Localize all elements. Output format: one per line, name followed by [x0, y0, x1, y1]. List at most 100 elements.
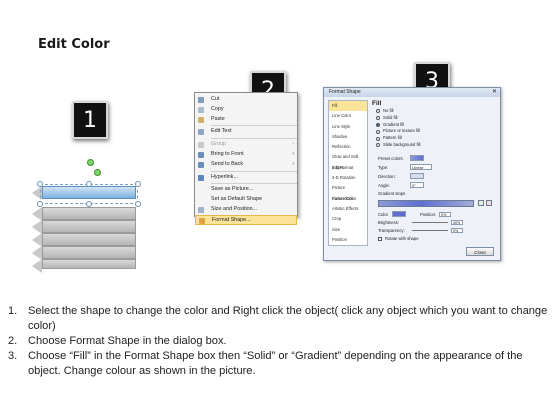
- rotate-with-shape-row[interactable]: Rotate with shape: [378, 236, 419, 241]
- radio-icon[interactable]: [376, 136, 380, 141]
- option-label: Picture or texture fill: [383, 128, 421, 134]
- menu-item-label: Set as Default Shape: [211, 196, 262, 203]
- transparency-label: Transparency:: [378, 228, 405, 233]
- category-item[interactable]: Glow and Soft Edges: [329, 152, 367, 169]
- radio-icon[interactable]: [376, 116, 380, 121]
- category-item[interactable]: Size: [329, 225, 367, 235]
- gradient-stops-bar[interactable]: [378, 200, 474, 207]
- option-label: Slide background fill: [383, 141, 421, 147]
- color-row: Color Position: 0%: [378, 211, 452, 217]
- chevron-right-icon: ›: [292, 141, 294, 148]
- dialog-title: Format Shape: [324, 88, 500, 97]
- resize-handle[interactable]: [86, 181, 92, 187]
- angle-row: Angle: 0°: [378, 182, 424, 188]
- checkbox-icon[interactable]: [378, 236, 382, 241]
- hyperlink-icon: [198, 174, 204, 181]
- menu-item-label: Paste: [211, 115, 225, 122]
- menu-item-label: Bring to Front: [211, 150, 244, 157]
- preset-colors-dropdown[interactable]: [410, 155, 424, 161]
- angle-input[interactable]: 0°: [410, 182, 424, 188]
- menu-item-size-and-position[interactable]: Size and Position...: [195, 205, 297, 215]
- category-fill[interactable]: Fill: [329, 101, 367, 112]
- menu-item-label: Group: [211, 141, 226, 148]
- menu-item-label: Size and Position...: [211, 205, 258, 212]
- option-label: Gradient fill: [383, 121, 405, 127]
- menu-item-label: Hyperlink...: [211, 173, 238, 180]
- category-list: Fill Line Color Line Style Shadow Reflec…: [328, 100, 368, 246]
- adjust-handle[interactable]: [94, 169, 101, 176]
- rotate-label: Rotate with shape: [385, 236, 419, 241]
- category-item[interactable]: Reflection: [329, 142, 367, 152]
- remove-stop-icon[interactable]: [486, 200, 492, 206]
- transparency-slider[interactable]: [412, 230, 448, 231]
- menu-item-bring-to-front[interactable]: Bring to Front ›: [195, 150, 297, 160]
- format-shape-dialog: Format Shape ✕ Fill Line Color Line Styl…: [323, 87, 501, 261]
- menu-item-set-default-shape[interactable]: Set as Default Shape: [195, 195, 297, 205]
- angle-label: Angle:: [378, 182, 390, 188]
- brightness-row: Brightness: 40%: [378, 220, 463, 225]
- menu-item-label: Format Shape...: [212, 216, 251, 223]
- fill-heading: Fill: [372, 100, 382, 107]
- menu-item-cut[interactable]: Cut: [195, 95, 297, 105]
- menu-item-hyperlink[interactable]: Hyperlink...: [195, 173, 297, 183]
- shape-slat: [32, 220, 136, 234]
- shape-slat: [32, 246, 136, 260]
- shape-slat: [32, 259, 136, 273]
- position-input[interactable]: 0%: [439, 211, 452, 217]
- resize-handle[interactable]: [135, 181, 141, 187]
- menu-item-group[interactable]: Group ›: [195, 140, 297, 150]
- brightness-input[interactable]: 40%: [451, 220, 463, 225]
- transparency-input[interactable]: 0%: [451, 228, 463, 233]
- edit-text-icon: [198, 129, 204, 136]
- brightness-slider[interactable]: [412, 222, 448, 223]
- category-item[interactable]: 3-D Rotation: [329, 173, 367, 183]
- category-item[interactable]: Crop: [329, 214, 367, 224]
- menu-item-save-as-picture[interactable]: Save as Picture...: [195, 185, 297, 195]
- fill-option-none[interactable]: No fill: [376, 108, 498, 115]
- paste-icon: [198, 116, 204, 123]
- menu-item-copy[interactable]: Copy: [195, 105, 297, 115]
- category-item[interactable]: Artistic Effects: [329, 204, 367, 214]
- preset-colors-row: Preset colors:: [378, 155, 424, 161]
- close-button[interactable]: Close: [466, 247, 494, 256]
- color-label: Color: [378, 211, 389, 217]
- menu-item-paste[interactable]: Paste: [195, 115, 297, 125]
- category-item[interactable]: Shadow: [329, 132, 367, 142]
- menu-item-label: Copy: [211, 105, 224, 112]
- type-dropdown[interactable]: Linear: [410, 164, 432, 170]
- rotation-handle[interactable]: [87, 159, 94, 166]
- blinds-shape[interactable]: [32, 155, 150, 273]
- fill-option-pattern[interactable]: Pattern fill: [376, 135, 498, 142]
- close-icon[interactable]: ✕: [492, 88, 497, 97]
- direction-label: Direction:: [378, 173, 396, 179]
- radio-icon[interactable]: [376, 143, 380, 148]
- category-item[interactable]: 3-D Format: [329, 163, 367, 173]
- menu-item-send-to-back[interactable]: Send to Back ›: [195, 160, 297, 170]
- category-item[interactable]: Line Style: [329, 122, 367, 132]
- menu-divider: [211, 170, 297, 172]
- category-item[interactable]: Position: [329, 235, 367, 245]
- resize-handle[interactable]: [37, 181, 43, 187]
- chevron-right-icon: ›: [292, 160, 294, 167]
- radio-icon[interactable]: [376, 109, 380, 114]
- instruction-item: 2. Choose Format Shape in the dialog box.: [8, 334, 553, 349]
- radio-icon[interactable]: [376, 122, 380, 127]
- fill-option-slide-background[interactable]: Slide background fill: [376, 142, 498, 149]
- category-item[interactable]: Picture Color: [329, 194, 367, 204]
- category-item[interactable]: Line Color: [329, 111, 367, 121]
- shape-slat: [32, 233, 136, 247]
- menu-divider: [211, 183, 297, 185]
- menu-item-format-shape[interactable]: Format Shape...: [195, 214, 297, 225]
- direction-dropdown[interactable]: [410, 173, 424, 179]
- add-stop-icon[interactable]: [478, 200, 484, 206]
- menu-divider: [211, 125, 297, 127]
- fill-option-gradient[interactable]: Gradient fill: [376, 122, 498, 129]
- fill-option-solid[interactable]: Solid fill: [376, 115, 498, 122]
- menu-item-edit-text[interactable]: Edit Text: [195, 127, 297, 137]
- category-item[interactable]: Picture Corrections: [329, 183, 367, 200]
- radio-icon[interactable]: [376, 129, 380, 134]
- option-label: No fill: [383, 108, 394, 113]
- send-back-icon: [198, 161, 204, 168]
- fill-option-picture[interactable]: Picture or texture fill: [376, 128, 498, 135]
- color-picker[interactable]: [392, 211, 407, 217]
